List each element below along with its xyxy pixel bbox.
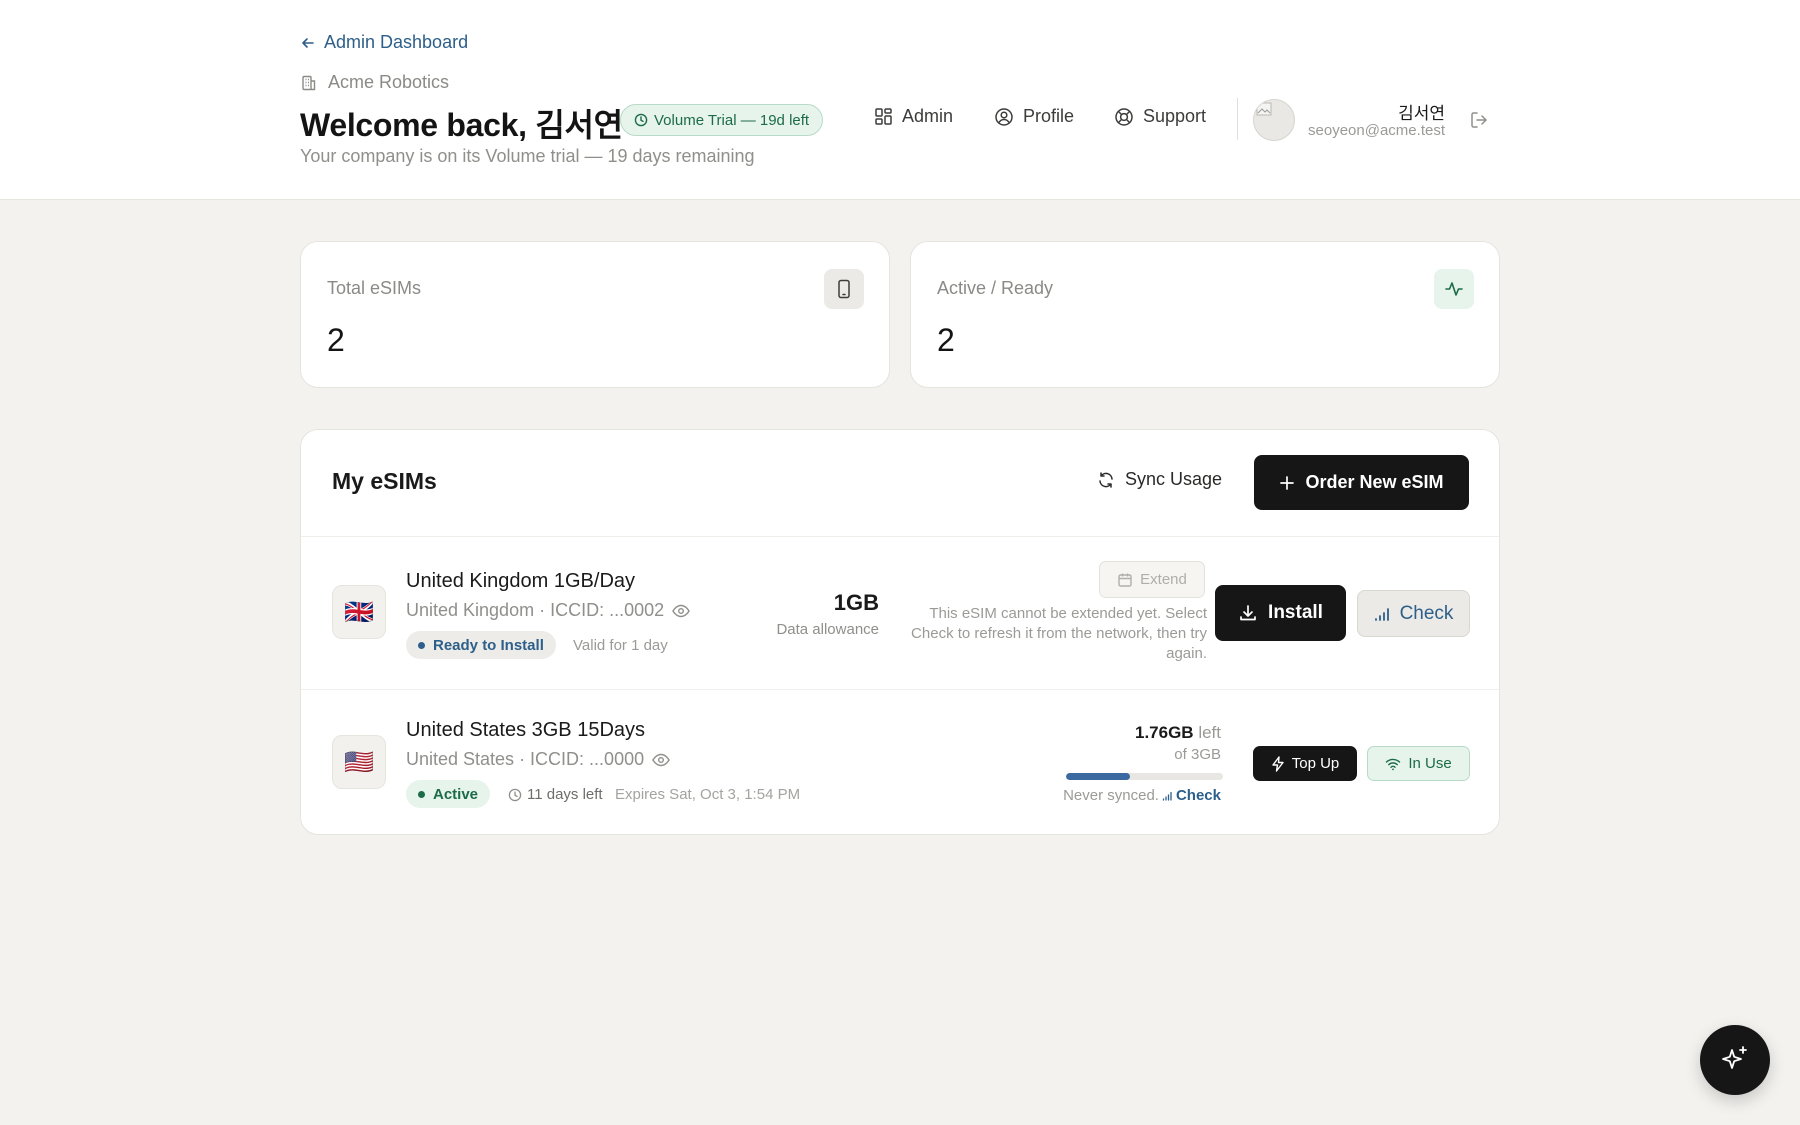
signal-icon	[1162, 791, 1173, 801]
data-allowance-label: Data allowance	[776, 621, 879, 638]
plan-name: United Kingdom 1GB/Day	[406, 570, 636, 592]
validity-text: Valid for 1 day	[573, 637, 668, 654]
plus-icon	[1279, 475, 1295, 491]
stat-value: 2	[937, 322, 955, 358]
data-total: of 3GB	[1174, 746, 1221, 763]
wifi-icon	[1385, 757, 1401, 771]
top-header: Admin Dashboard Acme Robotics Welcome ba…	[0, 0, 1800, 200]
stat-value: 2	[327, 322, 345, 358]
clock-icon	[634, 113, 648, 127]
days-left-label: 11 days left	[527, 786, 603, 803]
top-up-button[interactable]: Top Up	[1253, 746, 1357, 781]
activity-icon	[1434, 269, 1474, 309]
flag-us-icon: 🇺🇸	[332, 735, 386, 789]
refresh-icon	[1097, 471, 1115, 489]
check-label: Check	[1399, 602, 1454, 624]
sync-status: Never synced. Check	[1063, 787, 1221, 804]
usage-progress-fill	[1066, 773, 1131, 780]
company-label: Acme Robotics	[328, 72, 450, 92]
lightning-icon	[1271, 755, 1285, 772]
grid-icon	[874, 107, 893, 126]
check-button[interactable]: Check	[1357, 590, 1470, 637]
data-allowance-value: 1GB	[833, 590, 879, 615]
download-icon	[1238, 603, 1258, 623]
ai-assistant-button[interactable]	[1700, 1025, 1770, 1095]
user-circle-icon	[994, 107, 1014, 127]
status-label: Ready to Install	[433, 636, 544, 654]
trial-badge: Volume Trial — 19d left	[620, 104, 824, 136]
expiry-text: Expires Sat, Oct 3, 1:54 PM	[615, 786, 801, 803]
data-remaining: 1.76GB left	[1135, 723, 1221, 743]
top-up-label: Top Up	[1291, 755, 1340, 772]
sync-usage-button[interactable]: Sync Usage	[1097, 469, 1222, 490]
stat-label: Active / Ready	[937, 278, 1054, 298]
in-use-label: In Use	[1408, 755, 1452, 772]
page-subtitle: Your company is on its Volume trial — 19…	[300, 146, 755, 166]
nav-admin[interactable]: Admin	[874, 106, 953, 127]
back-link-label: Admin Dashboard	[324, 32, 469, 52]
logout-icon[interactable]	[1469, 110, 1489, 130]
sync-usage-label: Sync Usage	[1125, 469, 1223, 489]
page-title: Welcome back, 김서연	[300, 107, 623, 143]
company-name: Acme Robotics	[300, 72, 449, 93]
data-remaining-word: left	[1198, 723, 1221, 742]
sync-status-text: Never synced.	[1063, 787, 1159, 804]
signal-icon	[1374, 607, 1392, 621]
status-label: Active	[433, 785, 479, 803]
header-divider	[1237, 98, 1238, 140]
extend-note: This eSIM cannot be extended yet. Select…	[911, 605, 1207, 662]
nav-support-label: Support	[1143, 106, 1207, 126]
stat-card-total: Total eSIMs 2	[300, 241, 890, 388]
extend-button[interactable]: Extend	[1099, 561, 1205, 598]
avatar[interactable]	[1253, 99, 1295, 141]
lifebuoy-icon	[1114, 107, 1134, 127]
nav-support[interactable]: Support	[1114, 106, 1206, 127]
order-new-esim-label: Order New eSIM	[1305, 472, 1444, 492]
install-label: Install	[1268, 602, 1323, 623]
esims-panel: My eSIMs Sync Usage Order New eSIM 🇬🇧 Un…	[300, 429, 1500, 835]
calendar-icon	[1117, 572, 1133, 588]
esims-title: My eSIMs	[332, 468, 437, 494]
trial-badge-label: Volume Trial — 19d left	[654, 111, 810, 129]
nav-profile-label: Profile	[1023, 106, 1075, 126]
plan-iccid: United States · ICCID: ...0000	[406, 749, 645, 769]
smartphone-icon	[824, 269, 864, 309]
user-name: 김서연	[1398, 104, 1445, 123]
plan-subtitle: United Kingdom · ICCID: ...0002	[406, 600, 690, 621]
divider	[301, 536, 1499, 537]
plan-name: United States 3GB 15Days	[406, 719, 646, 741]
divider	[301, 689, 1499, 690]
eye-icon[interactable]	[672, 604, 690, 618]
extend-label: Extend	[1140, 571, 1187, 588]
status-dot	[418, 790, 425, 798]
clock-icon	[508, 788, 522, 802]
status-dot	[418, 641, 425, 649]
nav-profile[interactable]: Profile	[994, 106, 1074, 127]
order-new-esim-button[interactable]: Order New eSIM	[1254, 455, 1469, 510]
sparkles-icon	[1719, 1044, 1751, 1076]
stat-label: Total eSIMs	[327, 278, 422, 298]
install-button[interactable]: Install	[1215, 585, 1346, 641]
check-link[interactable]: Check	[1176, 787, 1221, 804]
arrow-left-icon	[300, 35, 316, 51]
building-icon	[300, 74, 318, 92]
status-badge: Active	[406, 780, 491, 808]
data-remaining-value: 1.76GB	[1134, 723, 1194, 742]
back-to-admin-link[interactable]: Admin Dashboard	[300, 32, 468, 53]
flag-uk-icon: 🇬🇧	[332, 585, 386, 639]
usage-progress-bar	[1066, 773, 1223, 780]
user-email: seoyeon@acme.test	[1308, 122, 1445, 139]
days-left: 11 days left	[508, 786, 603, 803]
nav-admin-label: Admin	[902, 106, 954, 126]
status-badge: Ready to Install	[406, 631, 556, 659]
in-use-button[interactable]: In Use	[1367, 746, 1470, 781]
plan-iccid: United Kingdom · ICCID: ...0002	[406, 600, 665, 620]
plan-subtitle: United States · ICCID: ...0000	[406, 749, 670, 770]
eye-icon[interactable]	[652, 753, 670, 767]
stat-card-active: Active / Ready 2	[910, 241, 1500, 388]
